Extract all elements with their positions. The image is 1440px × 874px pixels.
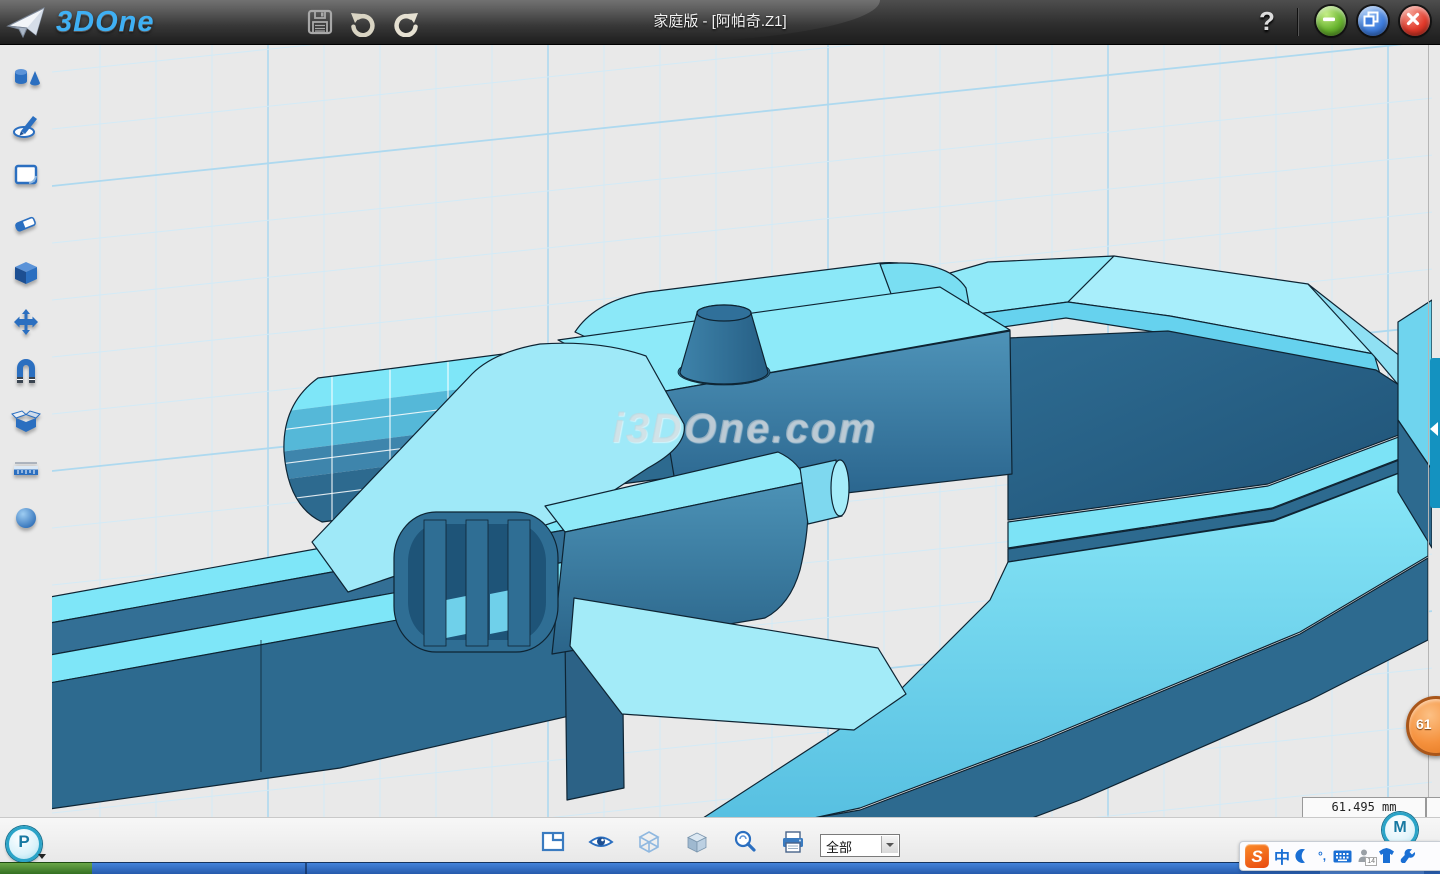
wireframe-cube-icon — [635, 829, 663, 855]
notification-count: 61 — [1416, 716, 1432, 732]
undo-icon — [348, 7, 378, 37]
eye-icon — [587, 829, 615, 855]
chinese-mode-icon[interactable]: 中 — [1274, 844, 1290, 868]
printer-icon — [779, 829, 807, 855]
display-filter-value: 全部 — [826, 837, 852, 856]
taskbar-start-segment[interactable] — [0, 862, 92, 874]
save-icon — [305, 7, 335, 37]
material-render-button[interactable] — [11, 503, 41, 533]
skin-tshirt-icon[interactable] — [1378, 848, 1395, 864]
open-box-icon — [11, 405, 41, 435]
redo-icon — [391, 7, 421, 37]
ime-tray: S 中 °, 14 — [1239, 841, 1440, 871]
maximize-restore-button[interactable] — [1358, 6, 1388, 36]
solid-feature-button[interactable] — [11, 258, 41, 288]
measure-ruler-button[interactable] — [11, 454, 41, 484]
special-feature-button[interactable] — [11, 405, 41, 435]
zoom-search-button[interactable] — [731, 829, 759, 855]
taskbar-window-segment[interactable] — [92, 862, 1440, 874]
minimize-button[interactable] — [1316, 6, 1346, 36]
close-button[interactable] — [1400, 6, 1430, 36]
sketch-pencil-icon — [11, 111, 41, 141]
cube-icon — [11, 258, 41, 288]
undo-button[interactable] — [348, 7, 378, 37]
sogou-logo-icon[interactable]: S — [1245, 844, 1269, 868]
brand-name: 3DOne — [56, 6, 154, 39]
wireframe-display-button[interactable] — [635, 829, 663, 855]
modeling-viewport[interactable] — [52, 44, 1428, 817]
restore-icon — [1358, 6, 1384, 32]
settings-wrench-icon[interactable] — [1400, 848, 1416, 864]
collapsed-panel-tab[interactable] — [1430, 358, 1440, 508]
sphere-icon — [11, 503, 41, 533]
moon-night-mode-icon[interactable] — [1295, 848, 1311, 864]
constraint-magnet-button[interactable] — [11, 356, 41, 386]
left-toolbar — [0, 44, 52, 817]
paper-plane-icon — [6, 4, 48, 40]
view-pane-icon — [539, 829, 567, 855]
app-logo: 3DOne — [6, 4, 236, 40]
print-button[interactable] — [779, 829, 807, 855]
shaded-display-button[interactable] — [683, 829, 711, 855]
title-bar: 3DOne 家庭版 - [阿帕奇.Z1] ? — [0, 0, 1440, 45]
display-filter-dropdown[interactable]: 全部 — [820, 834, 900, 857]
os-taskbar-strip — [0, 862, 1440, 874]
minimize-icon — [1316, 6, 1342, 32]
profile-caret-icon[interactable] — [38, 854, 46, 859]
close-icon — [1400, 6, 1426, 32]
primitive-solids-button[interactable] — [11, 62, 41, 92]
save-button[interactable] — [305, 7, 335, 37]
sketch-plane-icon — [11, 160, 41, 190]
bottom-toolbar: P — [0, 817, 1440, 863]
sketch-plane-button[interactable] — [11, 160, 41, 190]
magnet-icon — [11, 356, 41, 386]
ruler-icon — [11, 454, 41, 484]
soft-keyboard-icon[interactable] — [1333, 849, 1352, 864]
readout-unit-box — [1426, 797, 1440, 819]
user-count-value: 14 — [1365, 857, 1377, 866]
eraser-icon — [11, 209, 41, 239]
expand-left-arrow-icon — [1430, 422, 1438, 436]
chevron-down-icon[interactable] — [881, 836, 898, 853]
taskbar-divider — [305, 863, 307, 874]
move-arrows-icon — [11, 307, 41, 337]
move-transform-button[interactable] — [11, 307, 41, 337]
visibility-eye-button[interactable] — [587, 829, 615, 855]
redo-button[interactable] — [391, 7, 421, 37]
view-pane-button[interactable] — [539, 829, 567, 855]
help-button[interactable]: ? — [1252, 6, 1282, 36]
magnifier-icon — [731, 829, 759, 855]
user-count-icon[interactable]: 14 — [1357, 848, 1373, 864]
titlebar-divider — [1297, 8, 1298, 36]
punctuation-mode-icon[interactable]: °, — [1316, 849, 1328, 863]
shaded-cube-icon — [683, 829, 711, 855]
erase-button[interactable] — [11, 209, 41, 239]
sketch-draw-button[interactable] — [11, 111, 41, 141]
profile-badge[interactable]: P — [6, 826, 42, 862]
primitive-solids-icon — [11, 62, 41, 92]
